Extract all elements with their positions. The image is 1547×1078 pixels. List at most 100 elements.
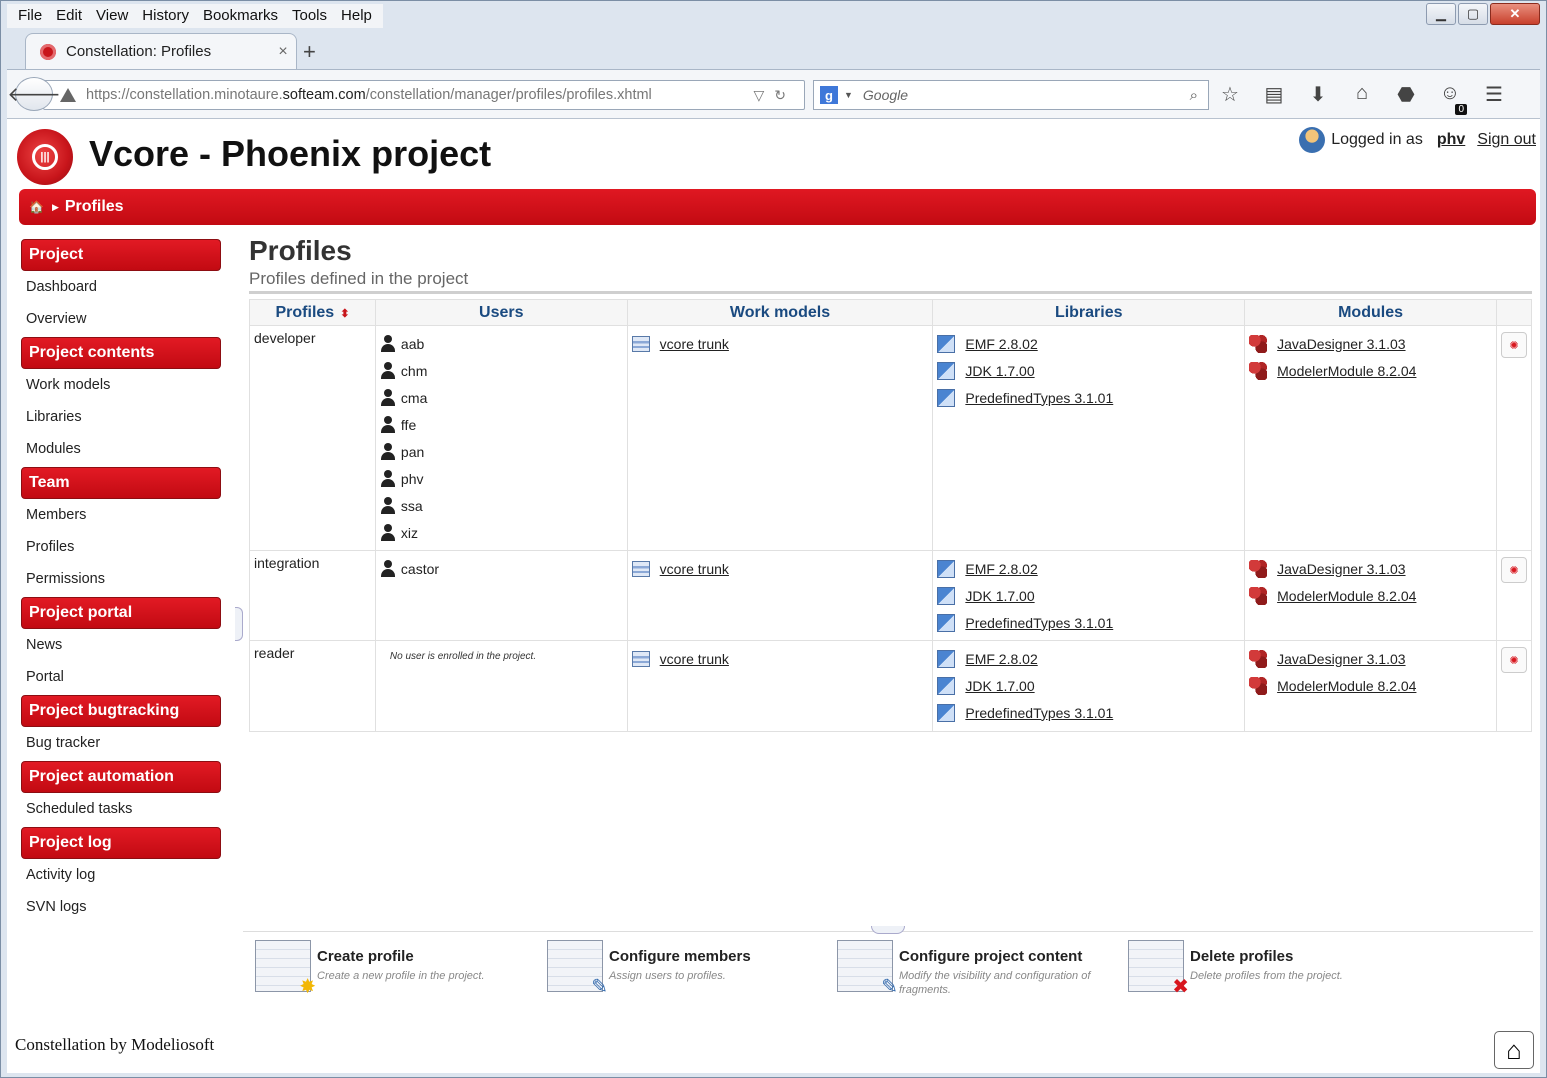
sidebar-item-scheduled-tasks[interactable]: Scheduled tasks xyxy=(21,795,221,827)
sidebar-header[interactable]: Project contents xyxy=(21,337,221,369)
url-tools[interactable]: ▽↻ xyxy=(754,87,805,104)
sidebar-item-dashboard[interactable]: Dashboard xyxy=(21,273,221,305)
sidebar-header[interactable]: Project bugtracking xyxy=(21,695,221,727)
sidebar-item-portal[interactable]: Portal xyxy=(21,663,221,695)
module-link[interactable]: ModelerModule 8.2.04 xyxy=(1277,588,1416,604)
tab-close-icon[interactable]: × xyxy=(270,43,296,61)
configure-content-icon[interactable]: ✎ xyxy=(837,940,898,998)
column-header-profiles[interactable]: Profiles ⬍ xyxy=(249,299,376,326)
module-link[interactable]: ModelerModule 8.2.04 xyxy=(1277,678,1416,694)
new-tab-button[interactable]: + xyxy=(303,39,316,65)
home-icon[interactable]: ⌂ xyxy=(1351,82,1373,107)
library-link[interactable]: PredefinedTypes 3.1.01 xyxy=(965,615,1113,631)
configure-members-action[interactable]: ✎ Configure members Assign users to profil… xyxy=(547,940,819,998)
search-icon[interactable]: ⌕ xyxy=(1190,87,1198,104)
search-bar[interactable]: g ▼ Google ⌕ xyxy=(813,80,1209,110)
search-input[interactable]: Google xyxy=(863,87,1190,103)
url-text[interactable]: https://constellation.minotaure.softeam.… xyxy=(86,87,754,103)
module-link[interactable]: ModelerModule 8.2.04 xyxy=(1277,363,1416,379)
username-link[interactable]: phv xyxy=(1437,131,1465,149)
create-profile-action[interactable]: ✸ Create profile Create a new profile in t… xyxy=(255,940,527,998)
delete-profiles-action[interactable]: ✖ Delete profiles Delete profiles from the… xyxy=(1128,940,1400,998)
download-icon[interactable]: ⬇ xyxy=(1307,82,1329,107)
library-link[interactable]: EMF 2.8.02 xyxy=(965,336,1037,352)
sidebar-item-work-models[interactable]: Work models xyxy=(21,371,221,403)
profile-settings-button[interactable]: ✺ xyxy=(1500,332,1527,358)
sidebar-header[interactable]: Project portal xyxy=(21,597,221,629)
sign-out-link[interactable]: Sign out xyxy=(1477,131,1536,149)
breadcrumb-home-icon[interactable]: 🏠 xyxy=(29,200,44,214)
bookmark-star-icon[interactable]: ☆ xyxy=(1219,82,1241,107)
configure-content-action[interactable]: ✎ Configure project content Modify the vis… xyxy=(837,940,1109,998)
maximize-button[interactable]: ▢ xyxy=(1458,3,1488,25)
work-model-link[interactable]: vcore trunk xyxy=(660,651,729,667)
sidebar-header[interactable]: Team xyxy=(21,467,221,499)
action-title[interactable]: Delete profiles xyxy=(1190,948,1400,965)
actions-collapse-handle[interactable] xyxy=(871,926,905,934)
library-link[interactable]: JDK 1.7.00 xyxy=(965,678,1034,694)
sidebar-item-permissions[interactable]: Permissions xyxy=(21,565,221,597)
module-link[interactable]: JavaDesigner 3.1.03 xyxy=(1277,651,1405,667)
menu-edit[interactable]: Edit xyxy=(49,4,89,28)
sidebar-collapse-handle[interactable] xyxy=(235,607,243,641)
menu-view[interactable]: View xyxy=(89,4,135,28)
menu-help[interactable]: Help xyxy=(334,4,379,28)
home-button[interactable]: ⌂ xyxy=(1494,1031,1534,1069)
sidebar-header[interactable]: Project log xyxy=(21,827,221,859)
logged-in-label: Logged in as xyxy=(1331,131,1423,148)
sidebar-item-members[interactable]: Members xyxy=(21,501,221,533)
menu-bookmarks[interactable]: Bookmarks xyxy=(196,4,285,28)
page-title: Profiles xyxy=(249,235,352,266)
sidebar-item-libraries[interactable]: Libraries xyxy=(21,403,221,435)
work-model-link[interactable]: vcore trunk xyxy=(660,561,729,577)
module-link[interactable]: JavaDesigner 3.1.03 xyxy=(1277,561,1405,577)
tab-constellation-profiles[interactable]: Constellation: Profiles × xyxy=(25,33,297,69)
work-model-link[interactable]: vcore trunk xyxy=(660,336,729,352)
menu-history[interactable]: History xyxy=(135,4,196,28)
action-title[interactable]: Create profile xyxy=(317,948,527,965)
sidebar-item-modules[interactable]: Modules xyxy=(21,435,221,467)
library-link[interactable]: JDK 1.7.00 xyxy=(965,588,1034,604)
configure-members-icon[interactable]: ✎ xyxy=(547,940,608,998)
library-icon xyxy=(937,559,956,578)
sort-icon[interactable]: ⬍ xyxy=(340,308,349,320)
minimize-button[interactable]: ▁ xyxy=(1426,3,1456,25)
sidebar-header[interactable]: Project automation xyxy=(21,761,221,793)
menu-file[interactable]: File xyxy=(11,4,49,28)
sidebar-item-activity-log[interactable]: Activity log xyxy=(21,861,221,893)
menu-tools[interactable]: Tools xyxy=(285,4,334,28)
users-cell: aab chm cma ffe pan phv ssa xiz xyxy=(374,325,628,551)
module-link[interactable]: JavaDesigner 3.1.03 xyxy=(1277,336,1405,352)
library-link[interactable]: EMF 2.8.02 xyxy=(965,561,1037,577)
action-title[interactable]: Configure members xyxy=(609,948,819,965)
sidebar-item-profiles[interactable]: Profiles xyxy=(21,533,221,565)
library-link[interactable]: PredefinedTypes 3.1.01 xyxy=(965,705,1113,721)
constellation-logo[interactable]: ||| xyxy=(17,129,73,185)
menu-hamburger-icon[interactable]: ☰ xyxy=(1483,82,1505,107)
create-profile-icon[interactable]: ✸ xyxy=(255,940,316,998)
delete-profiles-icon[interactable]: ✖ xyxy=(1128,940,1189,998)
profile-settings-button[interactable]: ✺ xyxy=(1500,647,1527,673)
sidebar-item-bug-tracker[interactable]: Bug tracker xyxy=(21,729,221,761)
adblock-icon[interactable]: ⬣ xyxy=(1395,82,1417,107)
action-title[interactable]: Configure project content xyxy=(899,948,1109,965)
row-actions-cell: ✺ xyxy=(1495,325,1533,551)
library-icon xyxy=(937,361,956,380)
sidebar-header[interactable]: Project xyxy=(21,239,221,271)
ghostery-icon[interactable]: ☺ 0 xyxy=(1439,82,1467,115)
reading-list-icon[interactable]: ▤ xyxy=(1263,82,1285,107)
google-icon[interactable]: g xyxy=(820,86,838,104)
sidebar-item-overview[interactable]: Overview xyxy=(21,305,221,337)
sidebar-item-news[interactable]: News xyxy=(21,631,221,663)
user-item: ffe xyxy=(380,411,623,438)
library-link[interactable]: EMF 2.8.02 xyxy=(965,651,1037,667)
url-bar[interactable]: https://constellation.minotaure.softeam.… xyxy=(43,80,805,110)
search-engine-dropdown-icon[interactable]: ▼ xyxy=(844,90,853,100)
close-window-button[interactable]: ✕ xyxy=(1490,3,1540,25)
sidebar-item-svn-logs[interactable]: SVN logs xyxy=(21,893,221,925)
library-link[interactable]: JDK 1.7.00 xyxy=(965,363,1034,379)
back-button[interactable]: 🡐 xyxy=(7,77,61,111)
action-badge-icon: ✎ xyxy=(591,976,608,998)
library-link[interactable]: PredefinedTypes 3.1.01 xyxy=(965,390,1113,406)
profile-settings-button[interactable]: ✺ xyxy=(1500,557,1527,583)
